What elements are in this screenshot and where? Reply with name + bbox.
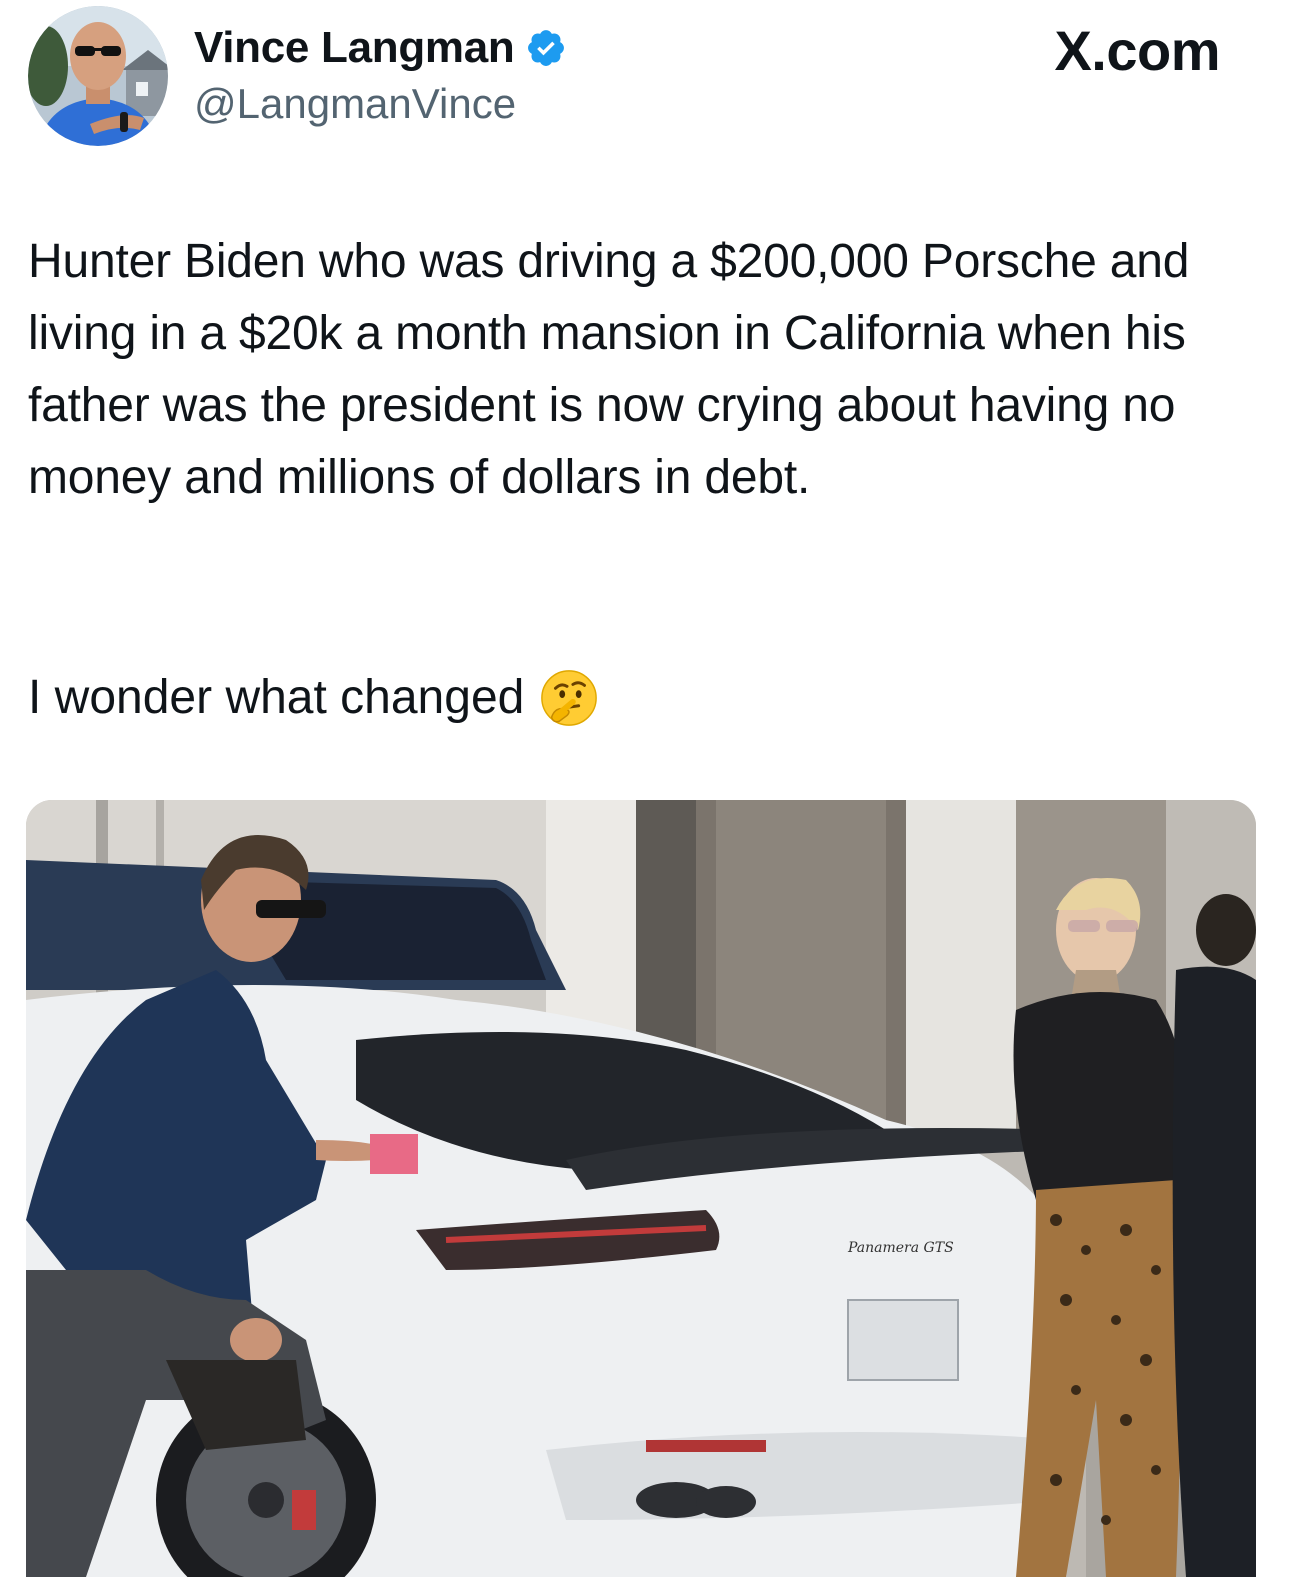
tweet-photo[interactable]: Panamera GTS	[26, 800, 1256, 1577]
site-brand-text: X.com	[1054, 19, 1220, 82]
tweet-text: Hunter Biden who was driving a $200,000 …	[28, 235, 1190, 504]
tweet-card: Vince Langman @LangmanVince X.com Hunter…	[0, 0, 1290, 1577]
verified-badge-icon	[525, 27, 567, 69]
tweet-text-2: I wonder what changed	[28, 671, 525, 724]
site-brand: X.com	[1054, 18, 1220, 83]
handle[interactable]: @LangmanVince	[194, 80, 567, 128]
tweet-text-line-2: I wonder what changed	[28, 662, 600, 734]
name-row: Vince Langman	[194, 20, 567, 76]
car-badge: Panamera GTS	[847, 1240, 954, 1256]
display-name[interactable]: Vince Langman	[194, 23, 515, 73]
avatar[interactable]	[28, 6, 168, 146]
author-block: Vince Langman @LangmanVince	[194, 20, 567, 128]
thinking-face-emoji-icon	[538, 667, 600, 729]
